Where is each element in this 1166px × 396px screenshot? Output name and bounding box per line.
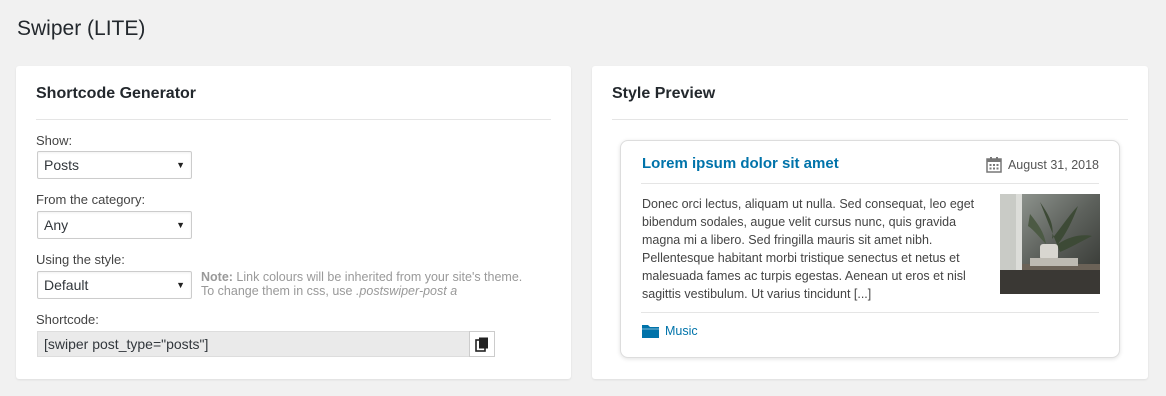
note-code: .postswiper-post a [355, 284, 458, 298]
divider [36, 119, 551, 120]
card-title[interactable]: Lorem ipsum dolor sit amet [642, 155, 839, 172]
show-select[interactable]: Posts ▼ [37, 151, 192, 179]
card-thumbnail [1000, 194, 1100, 294]
style-select[interactable]: Default ▼ [37, 271, 192, 299]
folder-icon [642, 325, 659, 338]
card-category-label[interactable]: Music [665, 324, 698, 338]
preview-card: Lorem ipsum dolor sit amet August 31, 20… [620, 140, 1120, 358]
note-line2: To change them in css, use [201, 284, 356, 298]
show-select-value: Posts [44, 157, 80, 173]
style-note: Note: Link colours will be inherited fro… [201, 270, 522, 298]
copy-button[interactable] [469, 331, 495, 357]
style-select-value: Default [44, 277, 89, 293]
card-date-text: August 31, 2018 [1007, 157, 1099, 172]
divider [641, 312, 1099, 313]
style-preview-panel: Style Preview Lorem ipsum dolor sit amet… [592, 66, 1148, 379]
chevron-down-icon: ▼ [176, 280, 185, 290]
category-label: From the category: [36, 192, 146, 207]
category-select[interactable]: Any ▼ [37, 211, 192, 239]
show-label: Show: [36, 133, 73, 148]
category-select-value: Any [44, 217, 69, 233]
card-date: August 31, 2018 [986, 156, 1099, 173]
divider [641, 183, 1099, 184]
copy-icon [475, 337, 488, 352]
note-bold: Note: [201, 270, 233, 284]
panel-title: Style Preview [612, 85, 716, 102]
chevron-down-icon: ▼ [176, 160, 185, 170]
style-label: Using the style: [36, 252, 125, 267]
page-title: Swiper (LITE) [17, 17, 146, 40]
note-line1: Link colours will be inherited from your… [232, 270, 523, 284]
calendar-icon [986, 157, 1002, 173]
card-excerpt: Donec orci lectus, aliquam ut nulla. Sed… [642, 197, 975, 301]
shortcode-generator-panel: Shortcode Generator Show: Posts ▼ From t… [16, 66, 571, 379]
divider [612, 119, 1128, 120]
shortcode-field[interactable]: [swiper post_type="posts"] [37, 331, 469, 357]
panel-title: Shortcode Generator [36, 85, 197, 102]
chevron-down-icon: ▼ [176, 220, 185, 230]
shortcode-label: Shortcode: [36, 312, 99, 327]
card-category[interactable]: Music [642, 324, 698, 338]
